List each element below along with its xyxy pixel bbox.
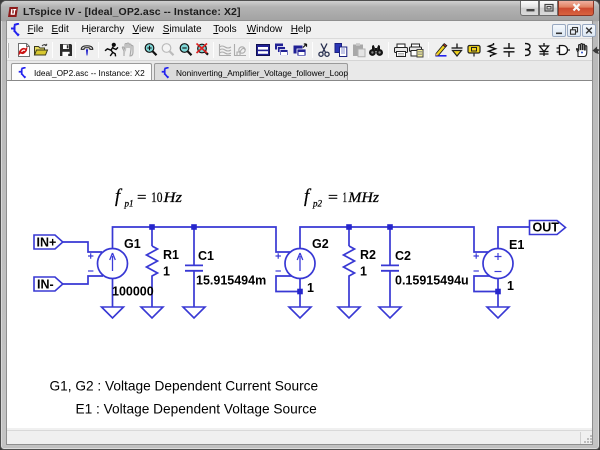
svg-text:IN+: IN+ (37, 236, 57, 250)
svg-text:=: = (328, 190, 338, 206)
svg-text:G2: G2 (312, 237, 329, 251)
svg-text:p2: p2 (312, 199, 323, 209)
svg-text:1: 1 (163, 265, 170, 279)
svg-text:100000: 100000 (112, 285, 154, 299)
svg-text:C2: C2 (395, 249, 411, 263)
svg-text:1: 1 (307, 281, 314, 295)
svg-text:1: 1 (343, 190, 348, 206)
svg-text:E1: E1 (509, 238, 524, 252)
svg-text:G1: G1 (124, 237, 141, 251)
svg-text:Hz: Hz (162, 190, 182, 206)
svg-text:f: f (115, 187, 123, 207)
svg-text:G1, G2 : Voltage Dependent Cur: G1, G2 : Voltage Dependent Current Sourc… (50, 379, 319, 394)
svg-text:OUT: OUT (533, 221, 560, 235)
svg-text:R2: R2 (360, 248, 376, 262)
svg-text:1: 1 (360, 265, 367, 279)
svg-text:MHz: MHz (347, 190, 379, 206)
svg-text:IN-: IN- (37, 278, 54, 292)
svg-text:15.915494m: 15.915494m (196, 274, 266, 288)
svg-text:f: f (304, 187, 312, 207)
svg-text:E1 : Voltage Dependent Voltage: E1 : Voltage Dependent Voltage Source (76, 402, 317, 417)
svg-text:p1: p1 (124, 199, 134, 209)
svg-text:10: 10 (151, 190, 163, 206)
svg-text:C1: C1 (198, 249, 214, 263)
svg-text:1: 1 (507, 279, 514, 293)
svg-text:0.15915494u: 0.15915494u (395, 274, 469, 288)
svg-text:=: = (137, 190, 147, 206)
svg-text:R1: R1 (163, 248, 179, 262)
